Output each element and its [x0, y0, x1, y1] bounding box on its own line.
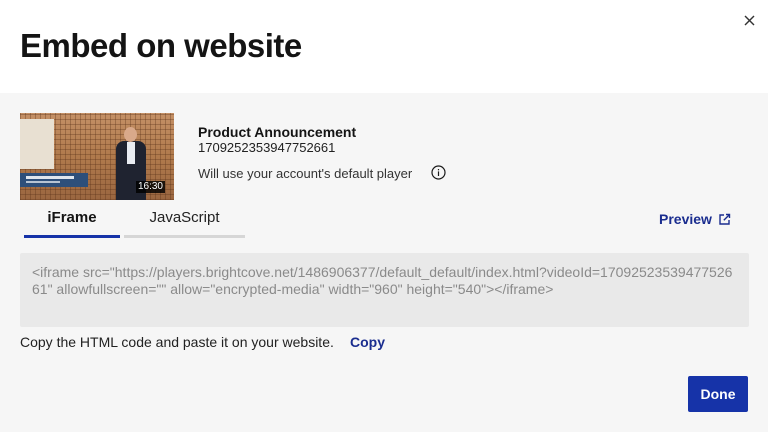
video-name: Product Announcement [198, 124, 357, 140]
tab-iframe[interactable]: iFrame [24, 204, 120, 238]
video-duration: 16:30 [135, 181, 165, 193]
video-id: 1709252353947752661 [198, 140, 336, 155]
dialog-header: Embed on website [0, 0, 768, 93]
done-button[interactable]: Done [688, 376, 748, 412]
thumbnail-screen [20, 119, 54, 169]
embed-dialog: Embed on website 16:30 Product Announcem… [0, 0, 768, 432]
dialog-body: 16:30 Product Announcement 1709252353947… [0, 93, 768, 432]
preview-link[interactable]: Preview [659, 211, 731, 227]
thumbnail-speaker-head [124, 127, 137, 142]
copy-button[interactable]: Copy [350, 334, 385, 350]
thumbnail-lower-third-line [26, 181, 60, 183]
close-icon [744, 15, 754, 25]
external-link-icon [719, 213, 731, 225]
thumbnail-speaker-shirt [127, 142, 135, 164]
player-note: Will use your account's default player [198, 166, 413, 181]
close-button[interactable] [739, 10, 759, 30]
embed-code-field[interactable]: <iframe src="https://players.brightcove.… [20, 253, 749, 327]
embed-tabs: iFrame JavaScript [24, 204, 245, 238]
video-thumbnail: 16:30 [20, 113, 174, 200]
tab-javascript[interactable]: JavaScript [124, 204, 245, 238]
copy-instruction: Copy the HTML code and paste it on your … [20, 334, 334, 350]
dialog-title: Embed on website [20, 27, 302, 64]
info-icon[interactable] [431, 165, 446, 180]
thumbnail-lower-third-line [26, 176, 74, 179]
preview-label: Preview [659, 211, 712, 227]
